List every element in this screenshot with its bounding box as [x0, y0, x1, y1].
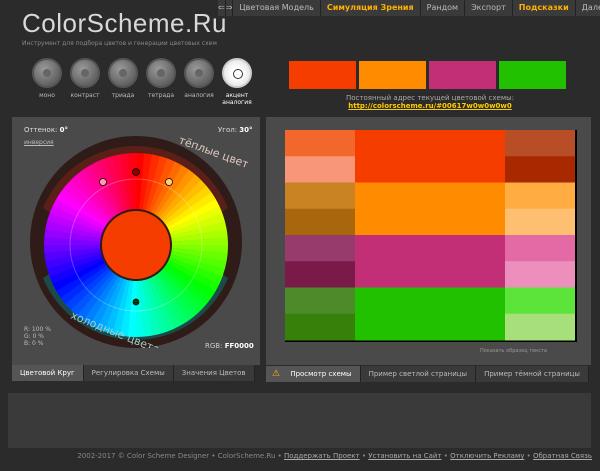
mode-triad[interactable]: триада — [104, 58, 142, 106]
forward-arrow-icon[interactable]: ⇒ — [225, 0, 234, 16]
mode-tetrad[interactable]: тетрада — [142, 58, 180, 106]
preview-cell[interactable] — [355, 182, 505, 210]
tab-scheme-preview[interactable]: ⚠ Просмотр схемы — [266, 366, 361, 382]
rgb-hex: RGB: FF0000 — [205, 342, 254, 350]
accent-analog-knob-icon — [222, 58, 252, 88]
top-nav: ⇐ ⇒ Цветовая Модель Симуляция Зрения Ран… — [218, 0, 600, 16]
swatch[interactable] — [429, 61, 496, 89]
back-arrow-icon[interactable]: ⇐ — [218, 0, 226, 16]
site-logo[interactable]: ColorScheme.Ru — [22, 8, 227, 39]
mono-knob-icon — [32, 58, 62, 88]
preview-cell[interactable] — [285, 130, 355, 157]
mode-contrast[interactable]: контраст — [66, 58, 104, 106]
scheme-swatches — [289, 61, 566, 89]
footer-link-install[interactable]: Установить на Сайт — [368, 452, 441, 460]
preview-cell[interactable] — [355, 156, 505, 183]
mode-analog[interactable]: аналогия — [180, 58, 218, 106]
warning-icon: ⚠ — [272, 369, 281, 379]
preview-cell[interactable] — [285, 313, 355, 341]
mode-label: аналогия — [184, 92, 214, 99]
show-text-sample-link[interactable]: Показать образец текста — [480, 348, 547, 354]
complement-handle[interactable] — [132, 298, 140, 306]
preview-cell[interactable] — [285, 156, 355, 183]
preview-cell[interactable] — [285, 287, 355, 315]
preview-cell[interactable] — [355, 235, 505, 262]
mode-label: контраст — [70, 92, 100, 99]
contrast-knob-icon — [70, 58, 100, 88]
tab-scheme-adjust[interactable]: Регулировка Схемы — [83, 365, 174, 381]
rgb-r: R: 100 % — [24, 326, 51, 333]
nav-vision-simulation[interactable]: Симуляция Зрения — [320, 0, 421, 16]
mode-label: тетрада — [148, 92, 174, 99]
mode-accent-analog[interactable]: акцент аналогия — [218, 58, 256, 106]
footer-copyright: 2002-2017 © Color Scheme Designer • Colo… — [77, 452, 282, 460]
nav-color-model[interactable]: Цветовая Модель — [233, 0, 321, 16]
preview-cell[interactable] — [285, 235, 355, 262]
nav-hints[interactable]: Подсказки — [512, 0, 576, 16]
triad-knob-icon — [108, 58, 138, 88]
color-wheel[interactable]: тёплые цвета холодные цвета — [28, 128, 248, 348]
preview-cell[interactable] — [505, 182, 575, 210]
footer-link-disable-ads[interactable]: Отключить Рекламу — [450, 452, 524, 460]
accent-handle-right[interactable] — [165, 178, 173, 186]
mode-label: триада — [111, 92, 135, 99]
nav-more[interactable]: Далее ... — [575, 0, 600, 16]
swatch[interactable] — [499, 61, 566, 89]
primary-handle[interactable] — [132, 168, 140, 176]
preview-cell[interactable] — [505, 313, 575, 341]
left-tabs: Цветовой Круг Регулировка Схемы Значения… — [12, 365, 255, 381]
tab-light-page[interactable]: Пример светлой страницы — [360, 366, 477, 382]
swatch[interactable] — [359, 61, 426, 89]
preview-cell[interactable] — [505, 208, 575, 236]
rgb-percentages: R: 100 % G: 0 % B: 0 % — [24, 326, 51, 347]
tab-color-values[interactable]: Значения Цветов — [173, 365, 255, 381]
preview-cell[interactable] — [355, 287, 505, 315]
preview-cell[interactable] — [285, 208, 355, 236]
tetrad-knob-icon — [146, 58, 176, 88]
preview-cell[interactable] — [355, 313, 505, 341]
permalink-label: Постоянный адрес текущей цветовой схемы: — [345, 94, 514, 102]
right-tabs: ⚠ Просмотр схемы Пример светлой страницы… — [266, 366, 589, 382]
scheme-modes: моно контраст триада тетрада аналогия ак… — [28, 58, 256, 106]
preview-cell[interactable] — [355, 208, 505, 236]
accent-handle-left[interactable] — [99, 178, 107, 186]
preview-cell[interactable] — [355, 261, 505, 288]
preview-cell[interactable] — [505, 130, 575, 157]
analog-knob-icon — [184, 58, 214, 88]
nav-export[interactable]: Экспорт — [465, 0, 513, 16]
permalink-url[interactable]: http://colorscheme.ru/#00617w0w0w0w0 — [300, 102, 560, 110]
preview-cell[interactable] — [285, 182, 355, 210]
preview-cell[interactable] — [355, 130, 505, 157]
rgb-hex-value: FF0000 — [224, 342, 254, 350]
preview-cell[interactable] — [505, 287, 575, 315]
nav-random[interactable]: Рандом — [420, 0, 466, 16]
ad-area — [8, 393, 591, 448]
preview-cell[interactable] — [505, 156, 575, 183]
tab-color-wheel[interactable]: Цветовой Круг — [12, 365, 84, 381]
footer: 2002-2017 © Color Scheme Designer • Colo… — [77, 452, 592, 460]
rgb-hex-label: RGB: — [205, 342, 223, 350]
footer-link-feedback[interactable]: Обратная Связь — [533, 452, 592, 460]
rgb-b: B: 0 % — [24, 340, 44, 347]
mode-mono[interactable]: моно — [28, 58, 66, 106]
mode-label: акцент аналогия — [222, 92, 252, 106]
scheme-preview-grid — [285, 130, 577, 342]
rgb-g: G: 0 % — [24, 333, 45, 340]
swatch[interactable] — [289, 61, 356, 89]
center-color — [102, 211, 170, 279]
preview-cell[interactable] — [505, 261, 575, 288]
mode-label: моно — [39, 92, 55, 99]
tab-dark-page[interactable]: Пример тёмной страницы — [476, 366, 589, 382]
permalink-box: Постоянный адрес текущей цветовой схемы:… — [300, 94, 560, 110]
tab-scheme-preview-label: Просмотр схемы — [290, 370, 352, 378]
preview-cell[interactable] — [505, 235, 575, 262]
footer-link-support[interactable]: Поддержать Проект — [284, 452, 360, 460]
tagline: Инструмент для подбора цветов и генераци… — [22, 40, 217, 47]
preview-cell[interactable] — [285, 261, 355, 288]
